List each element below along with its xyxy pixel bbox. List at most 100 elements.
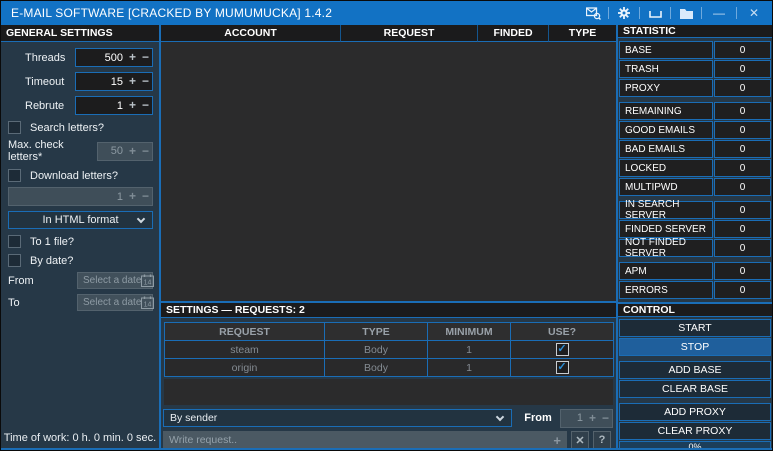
increment-icon[interactable]: + <box>126 143 139 160</box>
by-date-checkbox-row[interactable]: By date? <box>1 253 156 268</box>
add-base-button[interactable]: ADD BASE <box>619 361 771 379</box>
close-button[interactable]: ✕ <box>744 5 764 21</box>
max-check-letters-value[interactable]: 50 <box>98 145 126 157</box>
from-value[interactable]: 1 <box>561 412 586 424</box>
threads-value[interactable]: 500 <box>76 52 126 64</box>
stat-label: NOT FINDED SERVER <box>619 239 713 257</box>
clear-proxy-button[interactable]: CLEAR PROXY <box>619 422 771 440</box>
statistic-header: STATISTIC <box>618 25 772 38</box>
request-type-cell[interactable]: Body <box>325 341 428 359</box>
column-header-type: TYPE <box>325 323 428 341</box>
stat-label: LOCKED <box>619 159 713 177</box>
add-request-icon[interactable]: + <box>549 433 565 448</box>
rebrute-value[interactable]: 1 <box>76 100 126 112</box>
gear-icon[interactable] <box>616 5 632 21</box>
increment-icon[interactable]: + <box>126 73 139 90</box>
requests-table-empty-area <box>164 379 613 405</box>
request-name-cell[interactable]: steam <box>165 341 325 359</box>
increment-icon[interactable]: + <box>586 410 599 427</box>
timeout-value[interactable]: 15 <box>76 76 126 88</box>
calendar-icon: 14 <box>141 274 154 287</box>
request-minimum-cell[interactable]: 1 <box>428 359 511 377</box>
decrement-icon[interactable]: − <box>139 143 152 160</box>
stat-row-multipwd: MULTIPWD 0 <box>619 178 771 196</box>
close-icon: ✕ <box>575 434 584 447</box>
request-minimum-cell[interactable]: 1 <box>428 341 511 359</box>
clear-request-button[interactable]: ✕ <box>571 431 589 449</box>
to-date-input[interactable]: Select a date 14 <box>77 294 153 311</box>
stat-value: 0 <box>714 60 771 78</box>
minimize-button[interactable]: — <box>709 5 729 21</box>
request-use-cell: ✓ <box>511 359 614 377</box>
svg-text:14: 14 <box>144 280 152 287</box>
sender-filter-dropdown[interactable]: By sender <box>163 409 512 427</box>
results-panel: ACCOUNT REQUEST FINDED TYPE <box>161 25 616 301</box>
increment-icon[interactable]: + <box>126 49 139 66</box>
stop-button[interactable]: STOP <box>619 338 771 356</box>
general-settings-panel: GENERAL SETTINGS Threads 500 + − Timeout… <box>1 25 159 448</box>
download-letters-checkbox-row[interactable]: Download letters? <box>1 168 156 183</box>
format-value: In HTML format <box>43 214 119 226</box>
requests-table-header-row: REQUEST TYPE MINIMUM USE? <box>165 323 614 341</box>
requests-header: SETTINGS — REQUESTS: 2 <box>161 301 616 318</box>
use-checkbox[interactable]: ✓ <box>556 343 569 356</box>
to-one-file-checkbox[interactable] <box>8 235 21 248</box>
request-input-wrap[interactable]: + <box>163 431 567 449</box>
decrement-icon[interactable]: − <box>139 97 152 114</box>
use-checkbox[interactable]: ✓ <box>556 361 569 374</box>
mail-search-icon[interactable] <box>585 5 601 21</box>
threads-stepper[interactable]: 500 + − <box>75 48 153 67</box>
stat-row-apm: APM 0 <box>619 262 771 280</box>
stat-value: 0 <box>714 140 771 158</box>
check-icon: ✓ <box>557 344 566 355</box>
chevron-down-icon <box>496 413 504 421</box>
decrement-icon[interactable]: − <box>139 73 152 90</box>
stat-row-finded-server: FINDED SERVER 0 <box>619 220 771 238</box>
request-row-steam[interactable]: steam Body 1 ✓ <box>165 341 614 359</box>
console-icon[interactable] <box>647 5 663 21</box>
to-one-file-checkbox-row[interactable]: To 1 file? <box>1 234 156 249</box>
download-count-value[interactable]: 1 <box>9 191 126 203</box>
timeout-label: Timeout <box>1 76 75 88</box>
decrement-icon[interactable]: − <box>599 410 612 427</box>
timeout-stepper[interactable]: 15 + − <box>75 72 153 91</box>
clear-base-button[interactable]: CLEAR BASE <box>619 380 771 398</box>
increment-icon[interactable]: + <box>126 97 139 114</box>
rebrute-label: Rebrute <box>1 100 75 112</box>
bottom-border <box>1 448 772 450</box>
sender-filter-row: By sender From 1 + − <box>163 409 613 427</box>
folder-icon[interactable] <box>678 5 694 21</box>
from-stepper[interactable]: 1 + − <box>560 409 613 428</box>
request-input[interactable] <box>169 434 549 446</box>
stat-value: 0 <box>714 281 771 299</box>
max-check-letters-stepper[interactable]: 50 + − <box>97 142 153 161</box>
help-button[interactable]: ? <box>593 431 611 449</box>
add-proxy-button[interactable]: ADD PROXY <box>619 403 771 421</box>
increment-icon[interactable]: + <box>126 188 139 205</box>
stat-label: BAD EMAILS <box>619 140 713 158</box>
search-letters-checkbox-row[interactable]: Search letters? <box>1 120 156 135</box>
format-dropdown[interactable]: In HTML format <box>8 211 153 229</box>
rebrute-stepper[interactable]: 1 + − <box>75 96 153 115</box>
results-table-body[interactable] <box>161 42 616 300</box>
request-type-cell[interactable]: Body <box>325 359 428 377</box>
stat-value: 0 <box>714 121 771 139</box>
by-date-checkbox[interactable] <box>8 254 21 267</box>
statistic-panel: STATISTIC BASE 0 TRASH 0 PROXY 0 REMAINI… <box>618 25 772 448</box>
download-letters-checkbox[interactable] <box>8 169 21 182</box>
stat-row-good-emails: GOOD EMAILS 0 <box>619 121 771 139</box>
download-count-stepper[interactable]: 1 + − <box>8 187 153 206</box>
stat-row-proxy: PROXY 0 <box>619 79 771 97</box>
calendar-icon: 14 <box>141 296 154 309</box>
titlebar-separator <box>736 7 737 19</box>
from-date-input[interactable]: Select a date 14 <box>77 272 153 289</box>
search-letters-checkbox[interactable] <box>8 121 21 134</box>
stat-value: 0 <box>714 41 771 59</box>
decrement-icon[interactable]: − <box>139 188 152 205</box>
start-button[interactable]: START <box>619 319 771 337</box>
request-name-cell[interactable]: origin <box>165 359 325 377</box>
stat-label: IN SEARCH SERVER <box>619 201 713 219</box>
request-row-origin[interactable]: origin Body 1 ✓ <box>165 359 614 377</box>
decrement-icon[interactable]: − <box>139 49 152 66</box>
control-buttons: START STOP ADD BASE CLEAR BASE ADD PROXY… <box>618 317 772 451</box>
